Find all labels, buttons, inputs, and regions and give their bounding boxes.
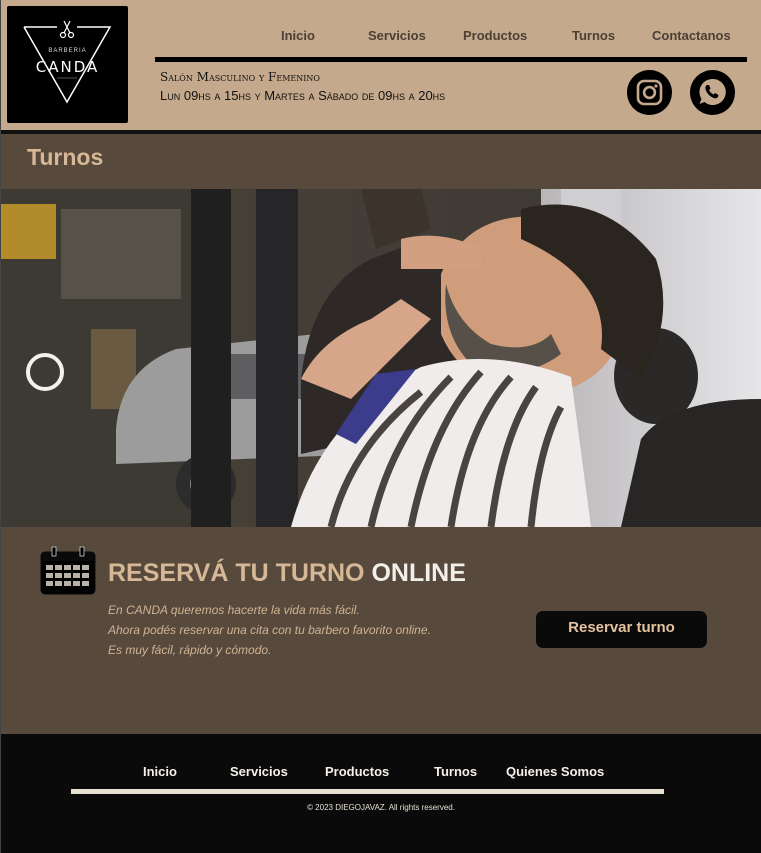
booking-title: RESERVÁ TU TURNO ONLINE xyxy=(108,559,466,588)
booking-section: RESERVÁ TU TURNO ONLINE En CANDA queremo… xyxy=(1,527,761,734)
booking-title-online: ONLINE xyxy=(371,559,466,587)
logo-name: CANDA xyxy=(35,58,100,76)
booking-text-line: Ahora podés reservar una cita con tu bar… xyxy=(108,623,431,637)
page-title-band: Turnos xyxy=(1,134,761,189)
salon-type: Salón Masculino y Femenino xyxy=(160,70,320,84)
barber-photo-illustration xyxy=(1,189,761,527)
instagram-button[interactable] xyxy=(627,70,672,115)
footer-divider xyxy=(71,789,664,794)
footer-nav-productos[interactable]: Productos xyxy=(325,764,389,779)
nav-contactanos[interactable]: Contactanos xyxy=(652,28,731,43)
footer-nav-turnos[interactable]: Turnos xyxy=(434,764,477,779)
site-footer: Inicio Servicios Productos Turnos Quiene… xyxy=(1,734,761,853)
logo-small-text: BARBERIA xyxy=(48,48,87,54)
nav-productos[interactable]: Productos xyxy=(463,28,527,43)
footer-nav-inicio[interactable]: Inicio xyxy=(143,764,177,779)
nav-inicio[interactable]: Inicio xyxy=(281,28,315,43)
instagram-icon xyxy=(636,79,663,106)
booking-title-main: RESERVÁ TU TURNO xyxy=(108,559,365,587)
logo[interactable]: BARBERIA CANDA xyxy=(7,6,128,123)
page-title: Turnos xyxy=(27,144,104,170)
whatsapp-icon xyxy=(699,78,726,105)
booking-text-line: En CANDA queremos hacerte la vida más fá… xyxy=(108,603,360,617)
site-header: BARBERIA CANDA Inicio Servicios Producto… xyxy=(1,0,761,130)
calendar-icon xyxy=(40,546,96,595)
nav-turnos[interactable]: Turnos xyxy=(572,28,615,43)
barber-photo xyxy=(1,189,761,527)
whatsapp-button[interactable] xyxy=(690,70,735,115)
footer-nav-quienes-somos[interactable]: Quienes Somos xyxy=(506,764,604,779)
nav-divider xyxy=(155,57,747,62)
nav-servicios[interactable]: Servicios xyxy=(368,28,426,43)
main-nav: Inicio Servicios Productos Turnos Contac… xyxy=(256,28,746,46)
page: BARBERIA CANDA Inicio Servicios Producto… xyxy=(0,0,761,853)
booking-text-line: Es muy fácil, rápido y cómodo. xyxy=(108,643,272,657)
footer-nav-servicios[interactable]: Servicios xyxy=(230,764,288,779)
opening-hours: Lun 09hs a 15hs y Martes a Sábado de 09h… xyxy=(160,88,446,103)
reserve-button[interactable]: Reservar turno xyxy=(536,611,707,648)
copyright: © 2023 DIEGOJAVAZ. All rights reserved. xyxy=(307,803,455,812)
